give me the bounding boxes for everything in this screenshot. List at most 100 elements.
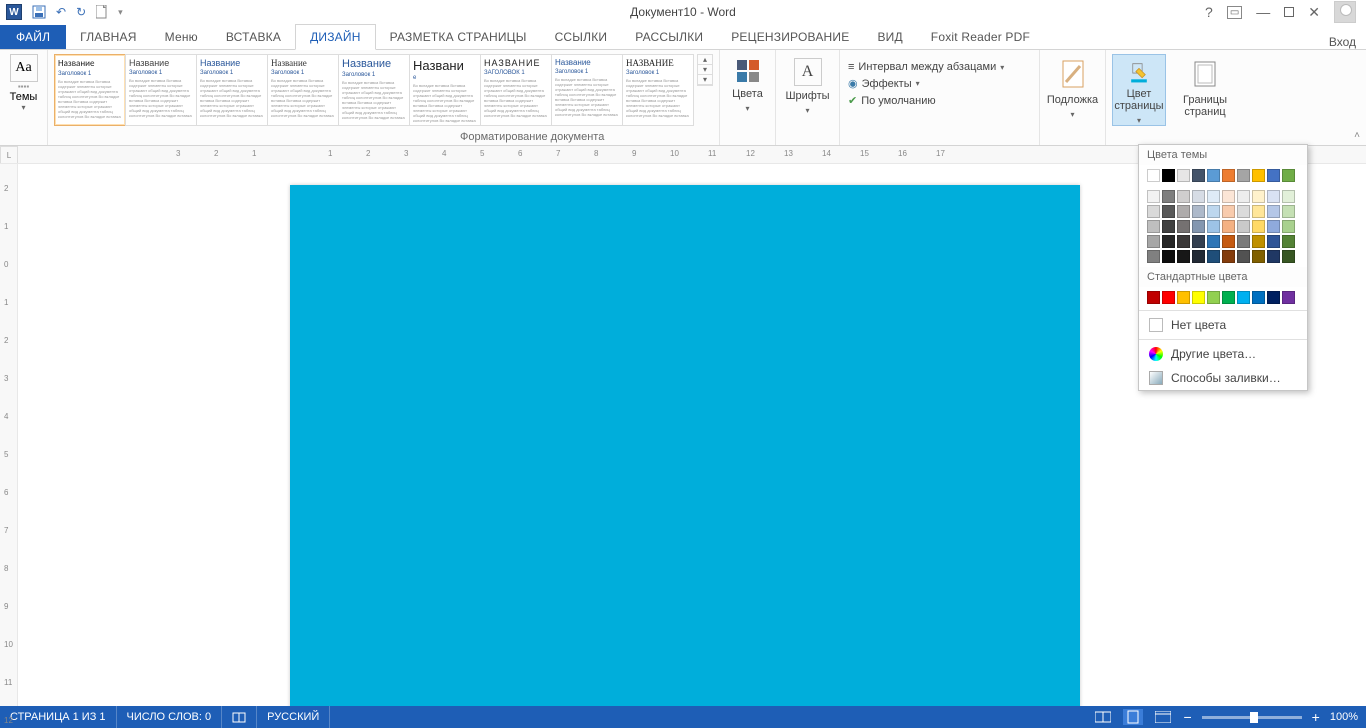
color-swatch[interactable] (1282, 190, 1295, 203)
color-swatch[interactable] (1147, 205, 1160, 218)
color-swatch[interactable] (1192, 235, 1205, 248)
color-swatch[interactable] (1267, 291, 1280, 304)
color-swatch[interactable] (1192, 220, 1205, 233)
page-color-button[interactable]: Цвет страницы ▾ (1112, 54, 1166, 126)
status-page[interactable]: СТРАНИЦА 1 ИЗ 1 (0, 706, 117, 728)
color-swatch[interactable] (1177, 205, 1190, 218)
color-swatch[interactable] (1177, 235, 1190, 248)
help-icon[interactable]: ? (1205, 4, 1213, 20)
color-swatch[interactable] (1222, 235, 1235, 248)
zoom-slider[interactable] (1202, 716, 1302, 719)
gallery-item[interactable]: НазваниеЗаголовок 1Во вкладке вставка Вс… (196, 54, 268, 126)
more-colors-button[interactable]: Другие цвета… (1139, 342, 1307, 366)
color-swatch[interactable] (1267, 235, 1280, 248)
color-swatch[interactable] (1282, 220, 1295, 233)
qat-customize-icon[interactable]: ▾ (118, 7, 123, 18)
maximize-icon[interactable] (1284, 7, 1294, 17)
color-swatch[interactable] (1237, 235, 1250, 248)
undo-icon[interactable]: ↶ (56, 5, 66, 19)
color-swatch[interactable] (1207, 169, 1220, 182)
color-swatch[interactable] (1207, 291, 1220, 304)
gallery-item[interactable]: НазваниеЗаголовок 1Во вкладке вставка Вс… (267, 54, 339, 126)
color-swatch[interactable] (1252, 220, 1265, 233)
color-swatch[interactable] (1207, 250, 1220, 263)
color-swatch[interactable] (1177, 220, 1190, 233)
tab-review[interactable]: РЕЦЕНЗИРОВАНИЕ (717, 25, 863, 49)
redo-icon[interactable]: ↻ (76, 5, 86, 19)
color-swatch[interactable] (1192, 190, 1205, 203)
save-icon[interactable] (32, 5, 46, 19)
color-swatch[interactable] (1162, 250, 1175, 263)
color-swatch[interactable] (1267, 205, 1280, 218)
tab-home[interactable]: ГЛАВНАЯ (66, 25, 150, 49)
color-swatch[interactable] (1147, 169, 1160, 182)
minimize-icon[interactable]: — (1256, 4, 1270, 20)
color-swatch[interactable] (1237, 205, 1250, 218)
color-swatch[interactable] (1267, 169, 1280, 182)
color-swatch[interactable] (1237, 291, 1250, 304)
color-swatch[interactable] (1282, 169, 1295, 182)
color-swatch[interactable] (1237, 220, 1250, 233)
page-borders-button[interactable]: Границы страниц (1178, 54, 1232, 126)
tab-foxit[interactable]: Foxit Reader PDF (917, 25, 1044, 49)
gallery-item[interactable]: НазваниеЗаголовок 1Во вкладке вставка Вс… (551, 54, 623, 126)
gallery-item[interactable]: НАЗВАНИЕЗаголовок 1Во вкладке вставка Вс… (622, 54, 694, 126)
fill-effects-button[interactable]: Способы заливки… (1139, 366, 1307, 390)
color-swatch[interactable] (1252, 250, 1265, 263)
document-formatting-gallery[interactable]: НазваниеЗаголовок 1Во вкладке вставка Вс… (54, 54, 693, 126)
close-icon[interactable]: ✕ (1308, 4, 1320, 21)
gallery-item[interactable]: НазваниеЗаголовок 1Во вкладке вставка Вс… (338, 54, 410, 126)
color-swatch[interactable] (1207, 190, 1220, 203)
zoom-in-button[interactable]: + (1312, 709, 1320, 725)
color-swatch[interactable] (1147, 250, 1160, 263)
color-swatch[interactable] (1207, 235, 1220, 248)
color-swatch[interactable] (1177, 250, 1190, 263)
effects-button[interactable]: ◉Эффекты▾ (846, 76, 1033, 91)
gallery-item[interactable]: НазваниеЗаголовок 1Во вкладке вставка Вс… (54, 54, 126, 126)
color-swatch[interactable] (1162, 220, 1175, 233)
sign-in-link[interactable]: Вход (1329, 35, 1366, 49)
tab-selector[interactable]: L (0, 146, 18, 164)
watermark-button[interactable]: Подложка ▾ (1046, 54, 1099, 126)
colors-button[interactable]: Цвета ▾ (726, 54, 769, 126)
color-swatch[interactable] (1237, 169, 1250, 182)
color-swatch[interactable] (1177, 169, 1190, 182)
color-swatch[interactable] (1177, 190, 1190, 203)
set-default-button[interactable]: ✔По умолчанию (846, 93, 1033, 108)
color-swatch[interactable] (1267, 250, 1280, 263)
tab-view[interactable]: ВИД (863, 25, 916, 49)
color-swatch[interactable] (1147, 190, 1160, 203)
themes-button[interactable]: Aa ▪▪▪▪ Темы ▾ (6, 54, 41, 112)
color-swatch[interactable] (1207, 220, 1220, 233)
gallery-item[interactable]: НазваниеВо вкладке вставка Вставка содер… (409, 54, 481, 126)
color-swatch[interactable] (1192, 291, 1205, 304)
color-swatch[interactable] (1222, 205, 1235, 218)
tab-layout[interactable]: РАЗМЕТКА СТРАНИЦЫ (376, 25, 541, 49)
zoom-level[interactable]: 100% (1330, 711, 1358, 723)
color-swatch[interactable] (1282, 250, 1295, 263)
tab-references[interactable]: ССЫЛКИ (541, 25, 622, 49)
color-swatch[interactable] (1162, 190, 1175, 203)
view-web-layout[interactable] (1153, 709, 1173, 725)
color-swatch[interactable] (1237, 190, 1250, 203)
color-swatch[interactable] (1282, 235, 1295, 248)
color-swatch[interactable] (1222, 169, 1235, 182)
color-swatch[interactable] (1192, 250, 1205, 263)
tab-mailings[interactable]: РАССЫЛКИ (621, 25, 717, 49)
ribbon-display-icon[interactable]: ▭ (1227, 6, 1242, 19)
tab-design[interactable]: ДИЗАЙН (295, 24, 376, 50)
color-swatch[interactable] (1222, 190, 1235, 203)
color-swatch[interactable] (1252, 169, 1265, 182)
color-swatch[interactable] (1147, 235, 1160, 248)
new-doc-icon[interactable] (96, 5, 108, 19)
color-swatch[interactable] (1207, 205, 1220, 218)
fonts-button[interactable]: А Шрифты ▾ (782, 54, 833, 126)
gallery-item[interactable]: НазваниеЗаголовок 1Во вкладке вставка Вс… (125, 54, 197, 126)
color-swatch[interactable] (1162, 205, 1175, 218)
zoom-out-button[interactable]: − (1183, 709, 1191, 725)
color-swatch[interactable] (1222, 220, 1235, 233)
paragraph-spacing-button[interactable]: ≡Интервал между абзацами▾ (846, 60, 1033, 74)
color-swatch[interactable] (1267, 190, 1280, 203)
collapse-ribbon-icon[interactable]: ˄ (1354, 130, 1360, 141)
color-swatch[interactable] (1222, 250, 1235, 263)
